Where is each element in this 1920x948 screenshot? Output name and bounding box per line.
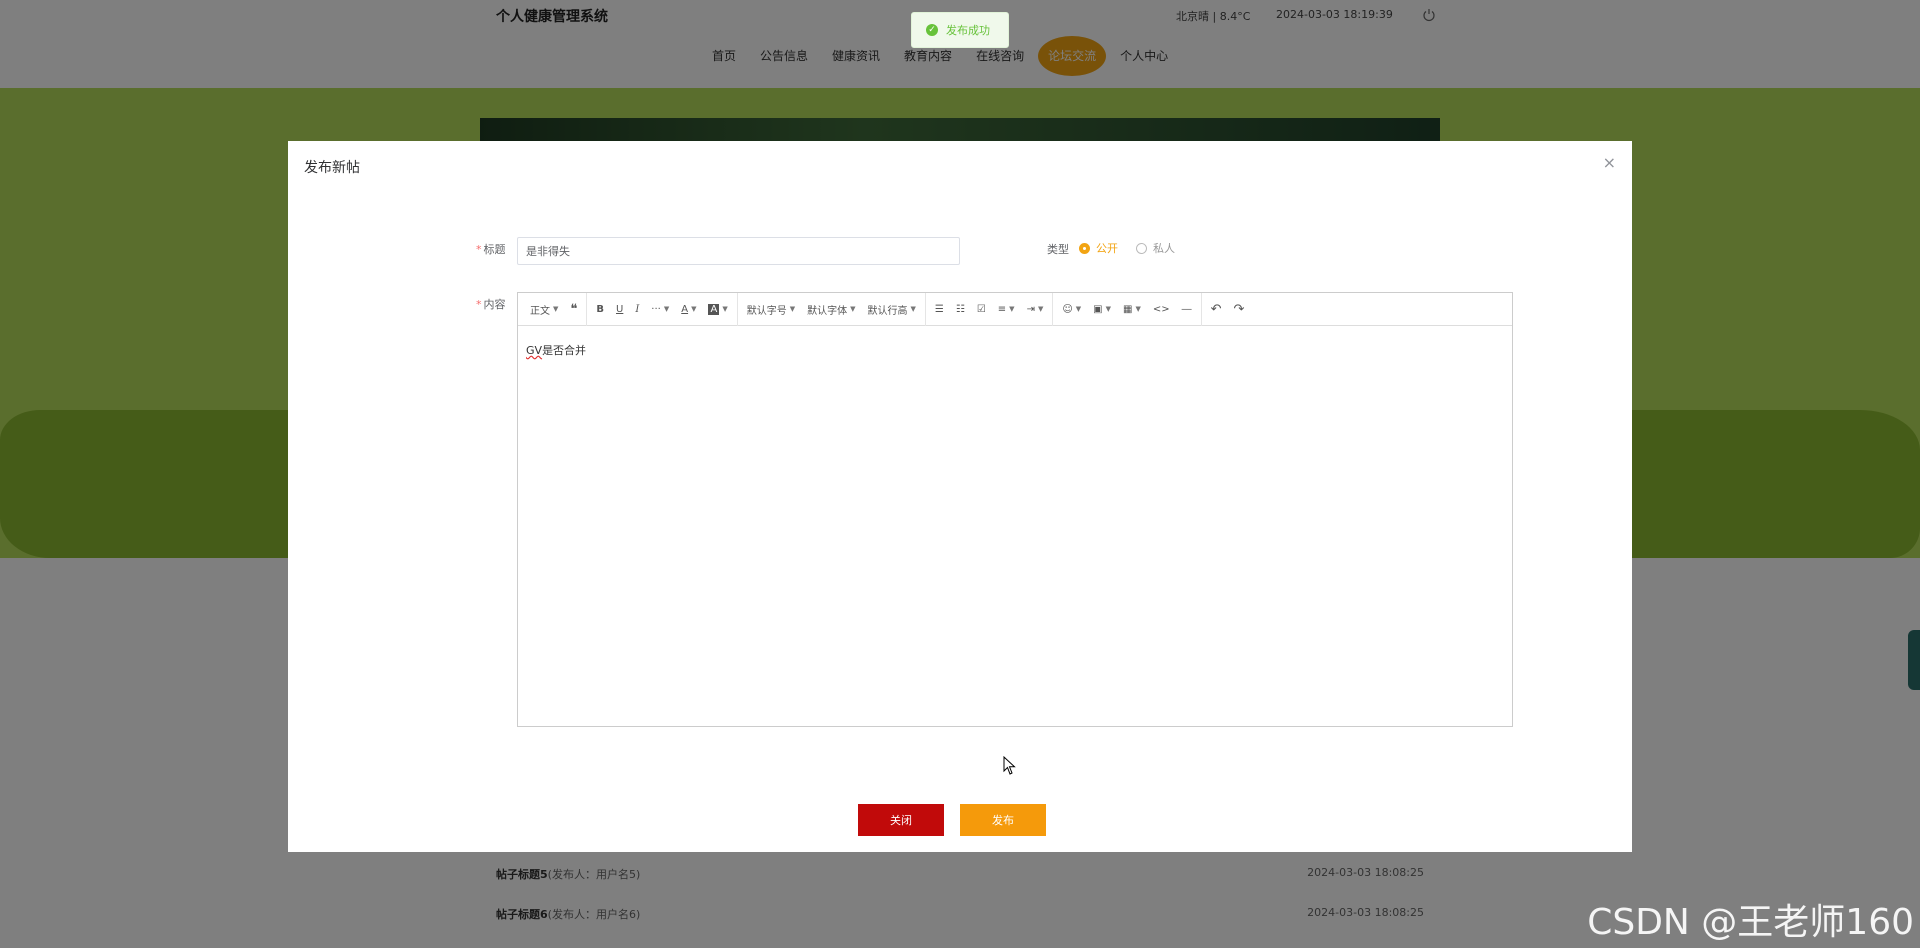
bold-icon[interactable]: B [590, 297, 610, 321]
publish-button[interactable]: 发布 [960, 804, 1046, 836]
toolbar-divider [1200, 292, 1202, 326]
background-color-dropdown[interactable]: A ▼ [702, 297, 733, 321]
mouse-cursor-icon [1003, 756, 1016, 775]
close-button[interactable]: 关闭 [858, 804, 944, 836]
bullet-list-icon[interactable]: ☰ [929, 297, 950, 321]
type-label: 类型 [1047, 243, 1069, 256]
new-post-dialog: 发布新帖 × *标题 类型 公开 私人 *内容 正文▼ ❝ B U I ···▼… [288, 141, 1632, 852]
toolbar-divider [924, 292, 926, 326]
line-height-dropdown[interactable]: 默认行高 ▼ [861, 297, 921, 321]
toolbar-divider [586, 292, 588, 326]
radio-public[interactable]: 公开 [1079, 240, 1118, 256]
content-label: * 内容 [476, 298, 506, 311]
radio-circle-icon [1136, 242, 1147, 254]
check-circle-icon: ✓ [926, 24, 938, 36]
todo-list-icon[interactable]: ☑ [971, 297, 992, 321]
paragraph-style-dropdown[interactable]: 正文 ▼ [524, 297, 564, 321]
emoji-dropdown[interactable]: ☺ ▼ [1056, 297, 1087, 321]
image-dropdown[interactable]: ▣ ▼ [1087, 297, 1117, 321]
editor-toolbar: 正文 ▼ ❝ B U I ··· ▼ A ▼ A ▼ 默认字号 ▼ 默认字体 ▼ 默认行高 ▼… [518, 292, 1512, 326]
toast-message: 发布成功 [946, 24, 990, 37]
underline-icon[interactable]: U [610, 297, 629, 321]
indent-dropdown[interactable]: ⇥ ▼ [1021, 297, 1050, 321]
rich-text-editor: 正文 ▼ ❝ B U I ··· ▼ A ▼ A ▼ 默认字号 ▼ 默认字体 ▼ 默认行高 ▼… [517, 292, 1513, 727]
align-dropdown[interactable]: ≡ ▼ [992, 297, 1021, 321]
redo-icon[interactable]: ↷ [1228, 297, 1251, 321]
watermark-text: CSDN @王老师160 [1587, 902, 1914, 943]
radio-label: 私人 [1153, 242, 1175, 255]
editor-content[interactable]: GV是否合并 [518, 326, 1512, 374]
editor-text: 是否合并 [542, 344, 587, 357]
close-icon[interactable]: × [1603, 155, 1616, 171]
quote-icon[interactable]: ❝ [564, 297, 583, 321]
italic-icon[interactable]: I [629, 297, 645, 321]
table-dropdown[interactable]: ▦ ▼ [1117, 297, 1147, 321]
radio-private[interactable]: 私人 [1136, 240, 1175, 256]
font-family-dropdown[interactable]: 默认字体 ▼ [801, 297, 861, 321]
title-input[interactable] [517, 237, 960, 265]
radio-label: 公开 [1096, 242, 1118, 255]
code-icon[interactable]: <> [1147, 297, 1176, 321]
dialog-title: 发布新帖 [304, 160, 360, 176]
success-toast: ✓ 发布成功 [911, 12, 1009, 48]
font-color-dropdown[interactable]: A ▼ [675, 297, 702, 321]
radio-circle-icon [1079, 242, 1090, 254]
font-size-dropdown[interactable]: 默认字号 ▼ [741, 297, 801, 321]
toolbar-divider [1052, 292, 1054, 326]
toolbar-divider [736, 292, 738, 326]
title-label: * 标题 [476, 243, 506, 256]
editor-text-prefix: GV [526, 344, 543, 357]
undo-icon[interactable]: ↶ [1205, 297, 1228, 321]
divider-icon[interactable]: ― [1176, 297, 1198, 321]
numbered-list-icon[interactable]: ☷ [950, 297, 971, 321]
more-format-dropdown[interactable]: ··· ▼ [645, 297, 675, 321]
